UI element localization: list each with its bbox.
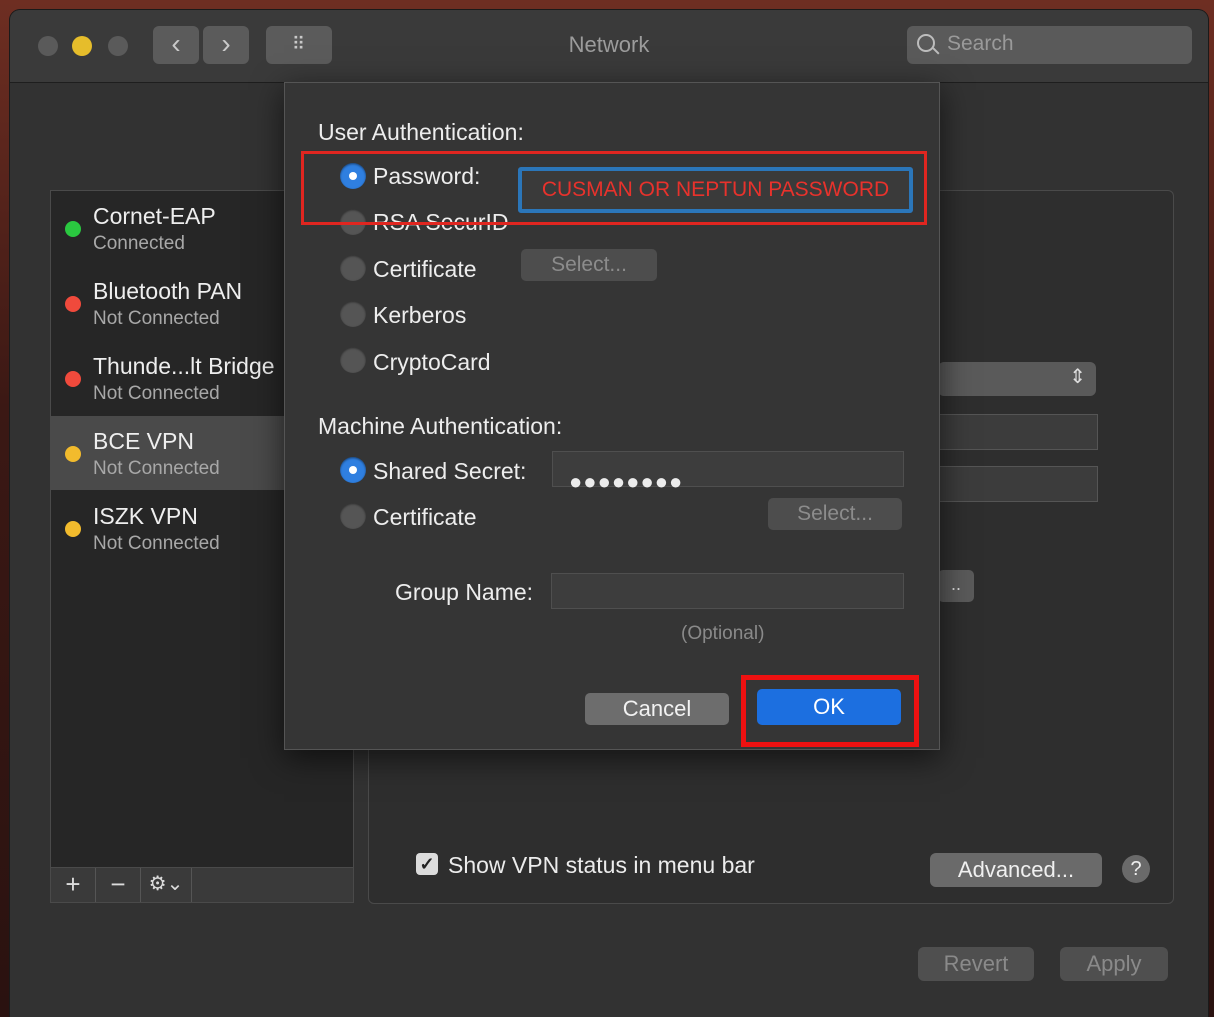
title-bar: ‹ › ⠿ Network Search: [10, 10, 1208, 83]
service-name: BCE VPN: [93, 428, 194, 454]
password-highlight-box: [301, 151, 927, 225]
machine-certificate-radio[interactable]: [340, 503, 366, 529]
group-name-hint: (Optional): [681, 623, 765, 644]
service-name: Cornet-EAP: [93, 203, 216, 229]
help-button[interactable]: ?: [1122, 855, 1150, 883]
search-icon: [917, 34, 935, 52]
configuration-popup[interactable]: ⇕: [938, 362, 1096, 396]
shared-secret-radio[interactable]: [340, 457, 366, 483]
add-service-button[interactable]: +: [51, 868, 96, 902]
service-status: Not Connected: [93, 533, 220, 554]
shared-secret-option-label: Shared Secret:: [373, 458, 527, 484]
service-name: ISZK VPN: [93, 503, 198, 529]
certificate-select-button[interactable]: Select...: [521, 249, 657, 281]
ok-highlight-box: [741, 675, 919, 747]
status-dot-icon: [65, 446, 81, 462]
search-input[interactable]: Search: [907, 26, 1192, 64]
account-name-field[interactable]: [938, 466, 1098, 502]
server-address-field[interactable]: [938, 414, 1098, 450]
service-status: Not Connected: [93, 308, 220, 329]
machine-certificate-option-label: Certificate: [373, 504, 477, 530]
status-dot-icon: [65, 521, 81, 537]
shared-secret-value: ●●●●●●●●: [569, 469, 684, 494]
service-name: Bluetooth PAN: [93, 278, 243, 304]
network-preferences-window: ‹ › ⠿ Network Search Cornet-EAP Connecte…: [10, 10, 1208, 1017]
plus-icon: +: [65, 869, 81, 899]
authentication-settings-button[interactable]: ..: [938, 570, 974, 602]
kerberos-option-label: Kerberos: [373, 302, 467, 328]
remove-service-button[interactable]: −: [96, 868, 141, 902]
cancel-button[interactable]: Cancel: [585, 693, 729, 725]
group-name-field[interactable]: [551, 573, 904, 609]
certificate-radio[interactable]: [340, 255, 366, 281]
advanced-button[interactable]: Advanced...: [930, 853, 1102, 887]
service-status: Not Connected: [93, 383, 220, 404]
revert-button[interactable]: Revert: [918, 947, 1034, 981]
show-vpn-status-checkbox[interactable]: ✓: [416, 853, 438, 875]
status-dot-icon: [65, 221, 81, 237]
action-menu-button[interactable]: ⚙⌄: [141, 868, 192, 902]
kerberos-radio[interactable]: [340, 301, 366, 327]
machine-certificate-select-button[interactable]: Select...: [768, 498, 902, 530]
status-dot-icon: [65, 296, 81, 312]
machine-authentication-title: Machine Authentication:: [318, 413, 563, 439]
user-authentication-title: User Authentication:: [318, 119, 524, 145]
service-status: Not Connected: [93, 458, 220, 479]
cryptocard-option-label: CryptoCard: [373, 349, 491, 375]
group-name-label: Group Name:: [395, 579, 534, 605]
service-status: Connected: [93, 233, 185, 254]
search-placeholder: Search: [947, 32, 1014, 55]
service-list-toolbar: + − ⚙⌄: [50, 867, 354, 903]
show-vpn-status-label: Show VPN status in menu bar: [448, 852, 755, 878]
status-dot-icon: [65, 371, 81, 387]
service-name: Thunde...lt Bridge: [93, 353, 275, 379]
minus-icon: −: [110, 869, 126, 899]
cryptocard-radio[interactable]: [340, 347, 366, 373]
authentication-settings-sheet: User Authentication: Password: CUSMAN OR…: [284, 82, 940, 750]
certificate-option-label: Certificate: [373, 256, 477, 282]
gear-icon: ⚙⌄: [148, 873, 184, 895]
apply-button[interactable]: Apply: [1060, 947, 1168, 981]
updown-chevron-icon: ⇕: [1069, 366, 1086, 388]
